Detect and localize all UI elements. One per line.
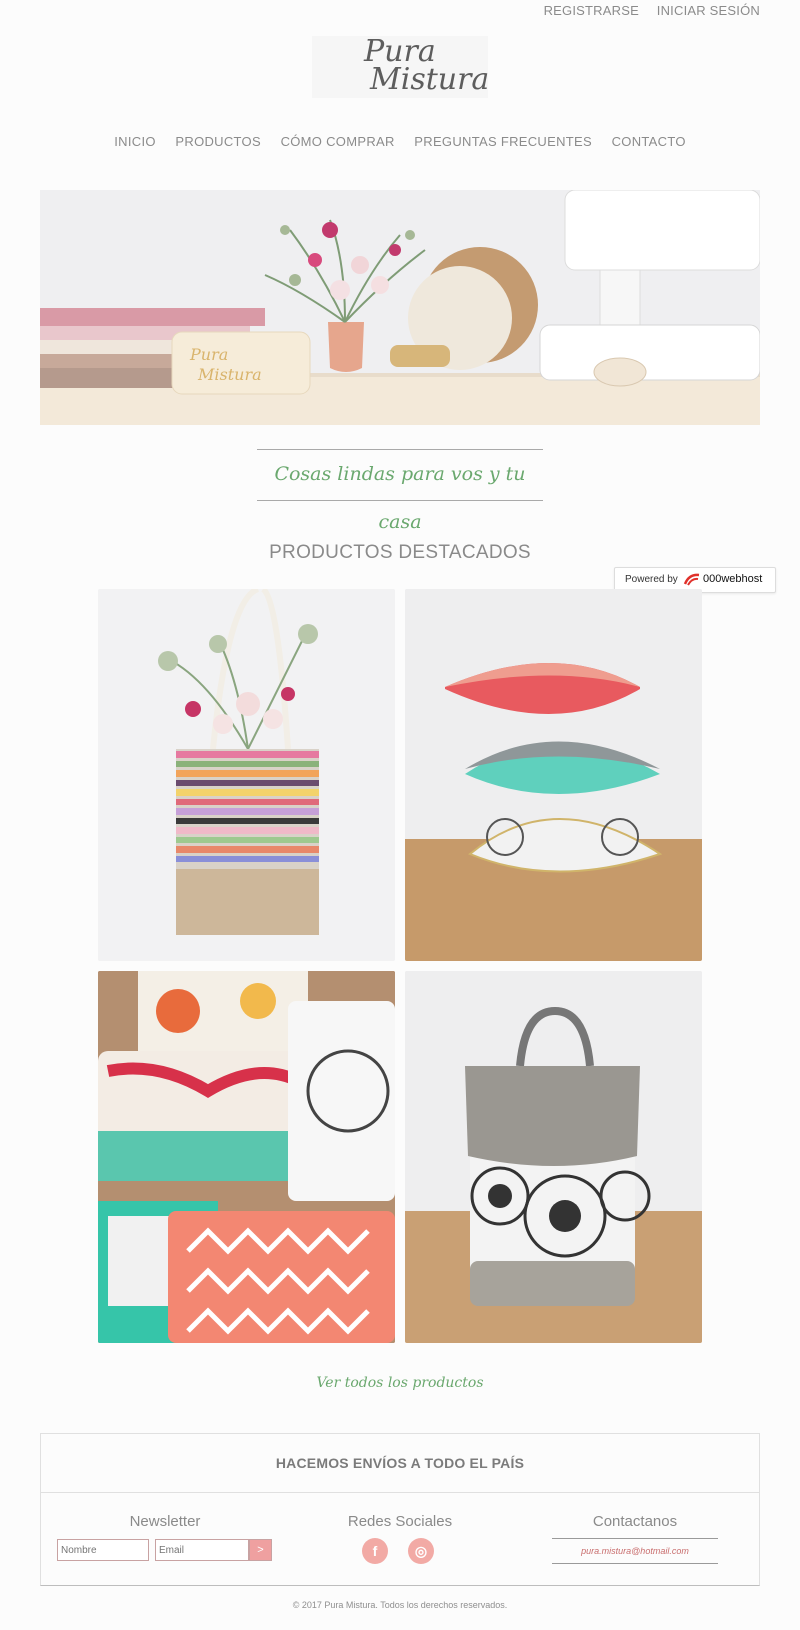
logo-line-2: Mistura bbox=[370, 62, 490, 97]
register-link[interactable]: REGISTRARSE bbox=[544, 3, 639, 18]
powered-by-label: Powered by bbox=[625, 574, 678, 585]
social-title: Redes Sociales bbox=[347, 1513, 453, 1530]
top-links: REGISTRARSE INICIAR SESIÓN bbox=[530, 3, 760, 18]
nav-item-contacto[interactable]: CONTACTO bbox=[612, 134, 686, 149]
see-all-products-link[interactable]: Ver todos los productos bbox=[0, 1375, 800, 1391]
nav-item-preguntas-frecuentes[interactable]: PREGUNTAS FRECUENTES bbox=[414, 134, 592, 149]
product-image-pouches[interactable] bbox=[98, 971, 395, 1343]
shipping-banner: HACEMOS ENVÍOS A TODO EL PAÍS bbox=[40, 1433, 760, 1493]
tagline-box: Cosas lindas para vos y tu casa bbox=[257, 449, 543, 533]
hero-pillow-text-1: Pura bbox=[189, 345, 228, 364]
contact-email-link[interactable]: pura.mistura@hotmail.com bbox=[552, 1538, 718, 1564]
login-link[interactable]: INICIAR SESIÓN bbox=[657, 3, 760, 18]
newsletter-title: Newsletter bbox=[129, 1513, 201, 1530]
nav-item-como-comprar[interactable]: CÓMO COMPRAR bbox=[281, 134, 395, 149]
product-image-cushions[interactable] bbox=[405, 589, 702, 961]
instagram-icon[interactable]: ◎ bbox=[408, 1538, 434, 1564]
newsletter-name-input[interactable] bbox=[57, 1539, 149, 1561]
newsletter-email-input[interactable] bbox=[155, 1539, 249, 1561]
facebook-icon[interactable]: f bbox=[362, 1538, 388, 1564]
contact-title: Contactanos bbox=[592, 1513, 678, 1530]
webhost-logo-icon bbox=[683, 573, 700, 586]
main-nav: INICIO PRODUCTOS CÓMO COMPRAR PREGUNTAS … bbox=[0, 134, 800, 149]
powered-by-brand: 000webhost bbox=[703, 573, 763, 585]
featured-title: PRODUCTOS DESTACADOS bbox=[269, 542, 531, 563]
copyright: © 2017 Pura Mistura. Todos los derechos … bbox=[292, 1600, 508, 1610]
nav-item-productos[interactable]: PRODUCTOS bbox=[175, 134, 261, 149]
hero-banner-image: Pura Mistura bbox=[40, 190, 760, 425]
tagline: Cosas lindas para vos y tu casa bbox=[274, 463, 526, 533]
logo[interactable]: Pura Mistura bbox=[312, 34, 490, 98]
newsletter-submit-button[interactable]: > bbox=[249, 1539, 272, 1561]
product-image-tote-bag[interactable] bbox=[98, 589, 395, 961]
nav-item-inicio[interactable]: INICIO bbox=[114, 134, 156, 149]
hero-pillow-text-2: Mistura bbox=[197, 365, 262, 384]
product-image-backpack[interactable] bbox=[405, 971, 702, 1343]
